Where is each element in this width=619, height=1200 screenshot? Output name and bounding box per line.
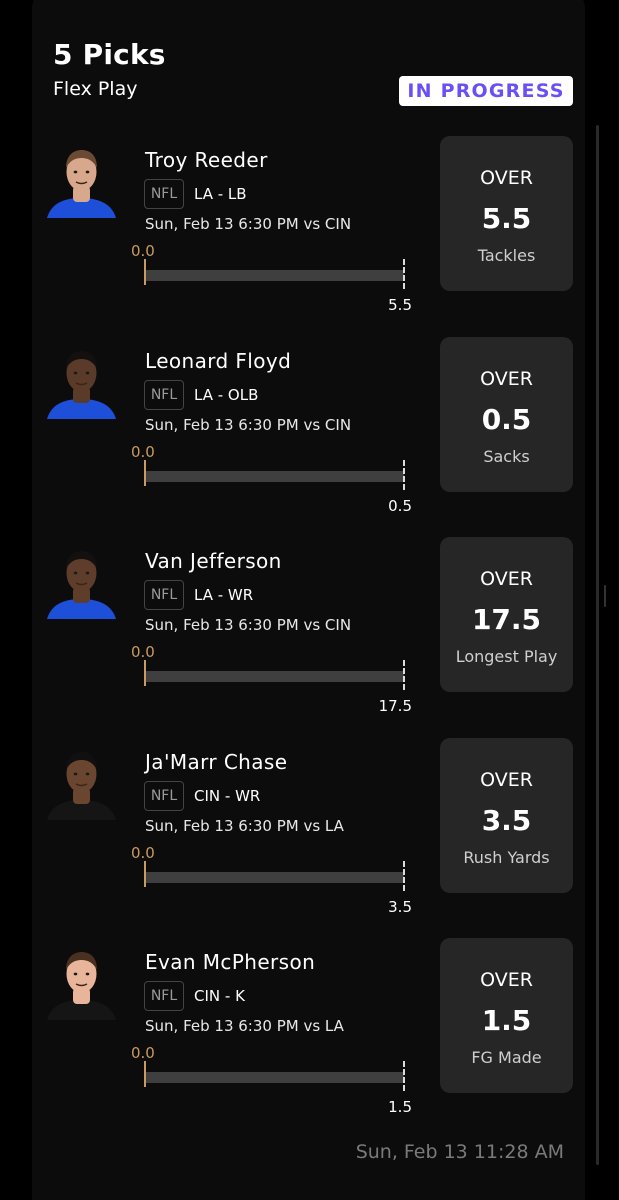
team-position: CIN - WR [194, 787, 261, 805]
projection-card: OVER 1.5 FG Made [440, 938, 573, 1093]
league-badge: NFL [144, 580, 184, 610]
projection-value: 0.5 [481, 403, 532, 436]
progress-start-marker [144, 861, 146, 887]
projection-card: OVER 17.5 Longest Play [440, 537, 573, 692]
stat-type: Rush Yards [463, 848, 550, 867]
pick-direction: OVER [480, 769, 533, 791]
stat-type: Sacks [483, 447, 530, 466]
current-stat-value: 0.0 [131, 643, 155, 661]
target-value: 5.5 [388, 296, 412, 314]
player-avatar [45, 146, 118, 218]
target-value: 1.5 [388, 1098, 412, 1116]
pick-row[interactable]: Troy Reeder NFL LA - LB Sun, Feb 13 6:30… [0, 136, 619, 346]
target-marker [403, 460, 405, 490]
player-name: Evan McPherson [145, 950, 316, 974]
progress-start-marker [144, 259, 146, 285]
progress-start-marker [144, 1061, 146, 1087]
league-badge: NFL [144, 781, 184, 811]
projection-value: 5.5 [481, 202, 532, 235]
stat-type: Tackles [477, 246, 536, 265]
team-position: LA - OLB [194, 386, 259, 404]
entry-type: Flex Play [53, 78, 138, 100]
progress-bar [145, 1072, 404, 1083]
progress-bar [145, 471, 404, 482]
game-time: Sun, Feb 13 6:30 PM vs LA [145, 817, 344, 835]
player-avatar [45, 347, 118, 419]
pick-direction: OVER [480, 568, 533, 590]
player-avatar [45, 748, 118, 820]
entry-screen: 5 Picks Flex Play IN PROGRESS Troy Reede… [0, 0, 619, 1200]
stat-type: FG Made [471, 1048, 542, 1067]
pick-direction: OVER [480, 167, 533, 189]
progress-start-marker [144, 660, 146, 686]
player-name: Van Jefferson [145, 549, 282, 573]
status-badge: IN PROGRESS [399, 76, 573, 106]
player-name: Leonard Floyd [145, 349, 292, 373]
target-marker [403, 259, 405, 289]
projection-card: OVER 0.5 Sacks [440, 337, 573, 492]
game-time: Sun, Feb 13 6:30 PM vs CIN [145, 416, 352, 434]
progress-bar [145, 872, 404, 883]
target-marker [403, 660, 405, 690]
pick-row[interactable]: Ja'Marr Chase NFL CIN - WR Sun, Feb 13 6… [0, 738, 619, 948]
team-position: CIN - K [194, 987, 245, 1005]
current-stat-value: 0.0 [131, 1044, 155, 1062]
game-time: Sun, Feb 13 6:30 PM vs CIN [145, 215, 352, 233]
projection-value: 3.5 [481, 804, 532, 837]
entry-timestamp: Sun, Feb 13 11:28 AM [355, 1141, 564, 1163]
league-badge: NFL [144, 981, 184, 1011]
projection-value: 1.5 [481, 1004, 532, 1037]
pick-row[interactable]: Evan McPherson NFL CIN - K Sun, Feb 13 6… [0, 938, 619, 1148]
current-stat-value: 0.0 [131, 242, 155, 260]
pick-direction: OVER [480, 969, 533, 991]
target-value: 3.5 [388, 898, 412, 916]
progress-start-marker [144, 460, 146, 486]
team-position: LA - LB [194, 185, 247, 203]
team-position: LA - WR [194, 586, 254, 604]
progress-bar [145, 671, 404, 682]
target-marker [403, 861, 405, 891]
player-avatar [45, 547, 118, 619]
player-name: Ja'Marr Chase [145, 750, 288, 774]
projection-value: 17.5 [471, 603, 542, 636]
stat-type: Longest Play [455, 647, 558, 666]
player-name: Troy Reeder [145, 148, 268, 172]
pick-direction: OVER [480, 368, 533, 390]
pick-row[interactable]: Leonard Floyd NFL LA - OLB Sun, Feb 13 6… [0, 337, 619, 547]
current-stat-value: 0.0 [131, 844, 155, 862]
projection-card: OVER 3.5 Rush Yards [440, 738, 573, 893]
league-badge: NFL [144, 380, 184, 410]
progress-bar [145, 270, 404, 281]
projection-card: OVER 5.5 Tackles [440, 136, 573, 291]
game-time: Sun, Feb 13 6:30 PM vs LA [145, 1017, 344, 1035]
target-value: 0.5 [388, 497, 412, 515]
game-time: Sun, Feb 13 6:30 PM vs CIN [145, 616, 352, 634]
target-marker [403, 1061, 405, 1091]
league-badge: NFL [144, 179, 184, 209]
target-value: 17.5 [378, 697, 412, 715]
current-stat-value: 0.0 [131, 443, 155, 461]
player-avatar [45, 948, 118, 1020]
entry-title: 5 Picks [53, 38, 166, 71]
pick-row[interactable]: Van Jefferson NFL LA - WR Sun, Feb 13 6:… [0, 537, 619, 747]
